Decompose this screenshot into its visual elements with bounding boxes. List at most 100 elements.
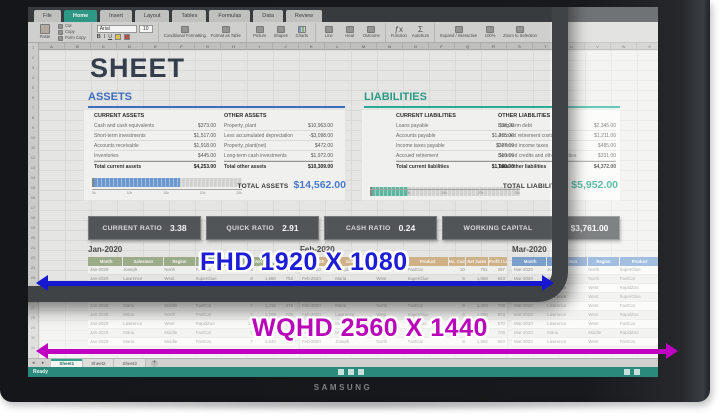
row-14[interactable]: 14 bbox=[28, 173, 38, 183]
col-A[interactable]: A bbox=[39, 43, 65, 49]
col-E[interactable]: E bbox=[143, 43, 169, 49]
col-R[interactable]: R bbox=[481, 43, 507, 49]
row-6[interactable]: 6 bbox=[28, 93, 38, 103]
row-30[interactable]: 30 bbox=[28, 333, 38, 343]
expand-interactive-button[interactable]: Expand / Interactive bbox=[440, 26, 477, 39]
col-U[interactable]: U bbox=[559, 43, 585, 49]
col-X[interactable]: X bbox=[637, 43, 658, 49]
fill-color-button[interactable] bbox=[115, 34, 121, 40]
table-row[interactable]: Jan-2020MariaMiddleFastCar71,316478 bbox=[88, 302, 295, 311]
col-J[interactable]: J bbox=[273, 43, 299, 49]
row-2[interactable]: 2 bbox=[28, 53, 38, 63]
outcome-button[interactable]: Outcome bbox=[363, 26, 380, 39]
row-3[interactable]: 3 bbox=[28, 63, 38, 73]
row-27[interactable]: 27 bbox=[28, 303, 38, 313]
col-T[interactable]: T bbox=[533, 43, 559, 49]
row-28[interactable]: 28 bbox=[28, 313, 38, 323]
row-15[interactable]: 15 bbox=[28, 183, 38, 193]
row-13[interactable]: 13 bbox=[28, 163, 38, 173]
100--button[interactable]: 100% bbox=[482, 26, 498, 39]
tab-nav-arrows[interactable]: ◂ ▸ bbox=[28, 360, 51, 366]
col-S[interactable]: S bbox=[507, 43, 533, 49]
form-copy-button[interactable]: Form Copy bbox=[58, 36, 86, 41]
row-18[interactable]: 18 bbox=[28, 213, 38, 223]
tab-layout[interactable]: Layout bbox=[135, 10, 170, 22]
row-20[interactable]: 20 bbox=[28, 233, 38, 243]
bold-button[interactable]: B bbox=[97, 34, 101, 40]
row-19[interactable]: 19 bbox=[28, 223, 38, 233]
row-headers[interactable]: 1234567891011121314151617181920212223242… bbox=[28, 43, 39, 377]
col-K[interactable]: K bbox=[299, 43, 325, 49]
format-as-table-button[interactable]: Format as Table bbox=[211, 26, 241, 39]
page-view-icon[interactable] bbox=[348, 369, 354, 375]
col-L[interactable]: L bbox=[325, 43, 351, 49]
conditional-formatting-button[interactable]: Conditional Formatting bbox=[164, 26, 206, 39]
col-M[interactable]: M bbox=[351, 43, 377, 49]
tab-review[interactable]: Review bbox=[286, 10, 322, 22]
zoom-to-selection-button[interactable]: Zoom to Selection bbox=[503, 26, 537, 39]
row-23[interactable]: 23 bbox=[28, 263, 38, 273]
row-21[interactable]: 21 bbox=[28, 243, 38, 253]
normal-view-icon[interactable] bbox=[338, 369, 344, 375]
row-17[interactable]: 17 bbox=[28, 203, 38, 213]
copy-button[interactable]: Copy bbox=[58, 30, 86, 35]
charts-button[interactable]: Charts bbox=[294, 26, 310, 39]
underline-button[interactable]: U bbox=[108, 34, 112, 40]
row-8[interactable]: 8 bbox=[28, 113, 38, 123]
column-headers[interactable]: ABCDEFGHIJKLMNOPQRSTUVWX bbox=[39, 43, 658, 50]
col-O[interactable]: O bbox=[403, 43, 429, 49]
col-C[interactable]: C bbox=[91, 43, 117, 49]
zoom-out-icon[interactable] bbox=[624, 369, 630, 375]
row-4[interactable]: 4 bbox=[28, 73, 38, 83]
col-I[interactable]: I bbox=[247, 43, 273, 49]
row-12[interactable]: 12 bbox=[28, 153, 38, 163]
table-row[interactable]: Mar-2020MariaMiddleRapidZoo61,540 bbox=[512, 329, 658, 338]
table-row[interactable]: Mar-2020LawrenceWestSuperGlue71,088 bbox=[512, 293, 658, 302]
table-row[interactable]: Mar-2020JosephNorthSuperGlue92,277 bbox=[512, 266, 658, 275]
paste-button[interactable]: Paste bbox=[37, 24, 53, 40]
picture-button[interactable]: Picture bbox=[252, 26, 268, 39]
row-29[interactable]: 29 bbox=[28, 323, 38, 333]
col-P[interactable]: P bbox=[429, 43, 455, 49]
tab-data[interactable]: Data bbox=[253, 10, 283, 22]
row-1[interactable]: 1 bbox=[28, 43, 38, 53]
col-N[interactable]: N bbox=[377, 43, 403, 49]
table-row[interactable]: Mar-2020LawrenceWestFastCar61,680 bbox=[512, 302, 658, 311]
font-size-select[interactable]: 10 bbox=[139, 25, 153, 33]
tab-tables[interactable]: Tables bbox=[172, 10, 206, 22]
col-G[interactable]: G bbox=[195, 43, 221, 49]
col-V[interactable]: V bbox=[585, 43, 611, 49]
table-row[interactable]: Jan-2020LawrenceMiddleSuperGlue101,54057… bbox=[88, 293, 295, 302]
col-H[interactable]: H bbox=[221, 43, 247, 49]
font-color-button[interactable] bbox=[124, 34, 130, 40]
tab-file[interactable]: File bbox=[34, 10, 61, 22]
table-row[interactable]: Feb-2020JosephMiddleSuperGlue91,610428 bbox=[300, 293, 507, 302]
col-Q[interactable]: Q bbox=[455, 43, 481, 49]
italic-button[interactable]: I bbox=[104, 34, 106, 40]
shapes-button[interactable]: Shapes bbox=[273, 26, 289, 39]
zoom-in-icon[interactable] bbox=[634, 369, 640, 375]
row-22[interactable]: 22 bbox=[28, 253, 38, 263]
autosum-button[interactable]: ΣAutoSum bbox=[412, 26, 429, 39]
table-row[interactable]: Feb-2020MariaNorthFastCar91,420709 bbox=[300, 302, 507, 311]
font-name-select[interactable]: Arial bbox=[97, 25, 137, 33]
tab-home[interactable]: Home bbox=[64, 10, 97, 22]
row-26[interactable]: 26 bbox=[28, 293, 38, 303]
row-5[interactable]: 5 bbox=[28, 83, 38, 93]
col-W[interactable]: W bbox=[611, 43, 637, 49]
heat-button[interactable]: Heat bbox=[342, 26, 358, 39]
row-10[interactable]: 10 bbox=[28, 133, 38, 143]
break-view-icon[interactable] bbox=[358, 369, 364, 375]
row-16[interactable]: 16 bbox=[28, 193, 38, 203]
add-sheet-button[interactable]: + bbox=[151, 360, 158, 367]
tab-insert[interactable]: Insert bbox=[100, 10, 132, 22]
function-button[interactable]: ƒxFunction bbox=[391, 26, 407, 39]
tab-formulas[interactable]: Formulas bbox=[209, 10, 250, 22]
table-row[interactable]: Mar-2020LawrenceWestFastCar61,610 bbox=[512, 320, 658, 329]
col-D[interactable]: D bbox=[117, 43, 143, 49]
line-button[interactable]: Line bbox=[321, 26, 337, 39]
cut-button[interactable]: Cut bbox=[58, 24, 86, 29]
table-row[interactable]: Mar-2020LawrenceWestRapidZoo52,111 bbox=[512, 311, 658, 320]
col-B[interactable]: B bbox=[65, 43, 91, 49]
col-F[interactable]: F bbox=[169, 43, 195, 49]
